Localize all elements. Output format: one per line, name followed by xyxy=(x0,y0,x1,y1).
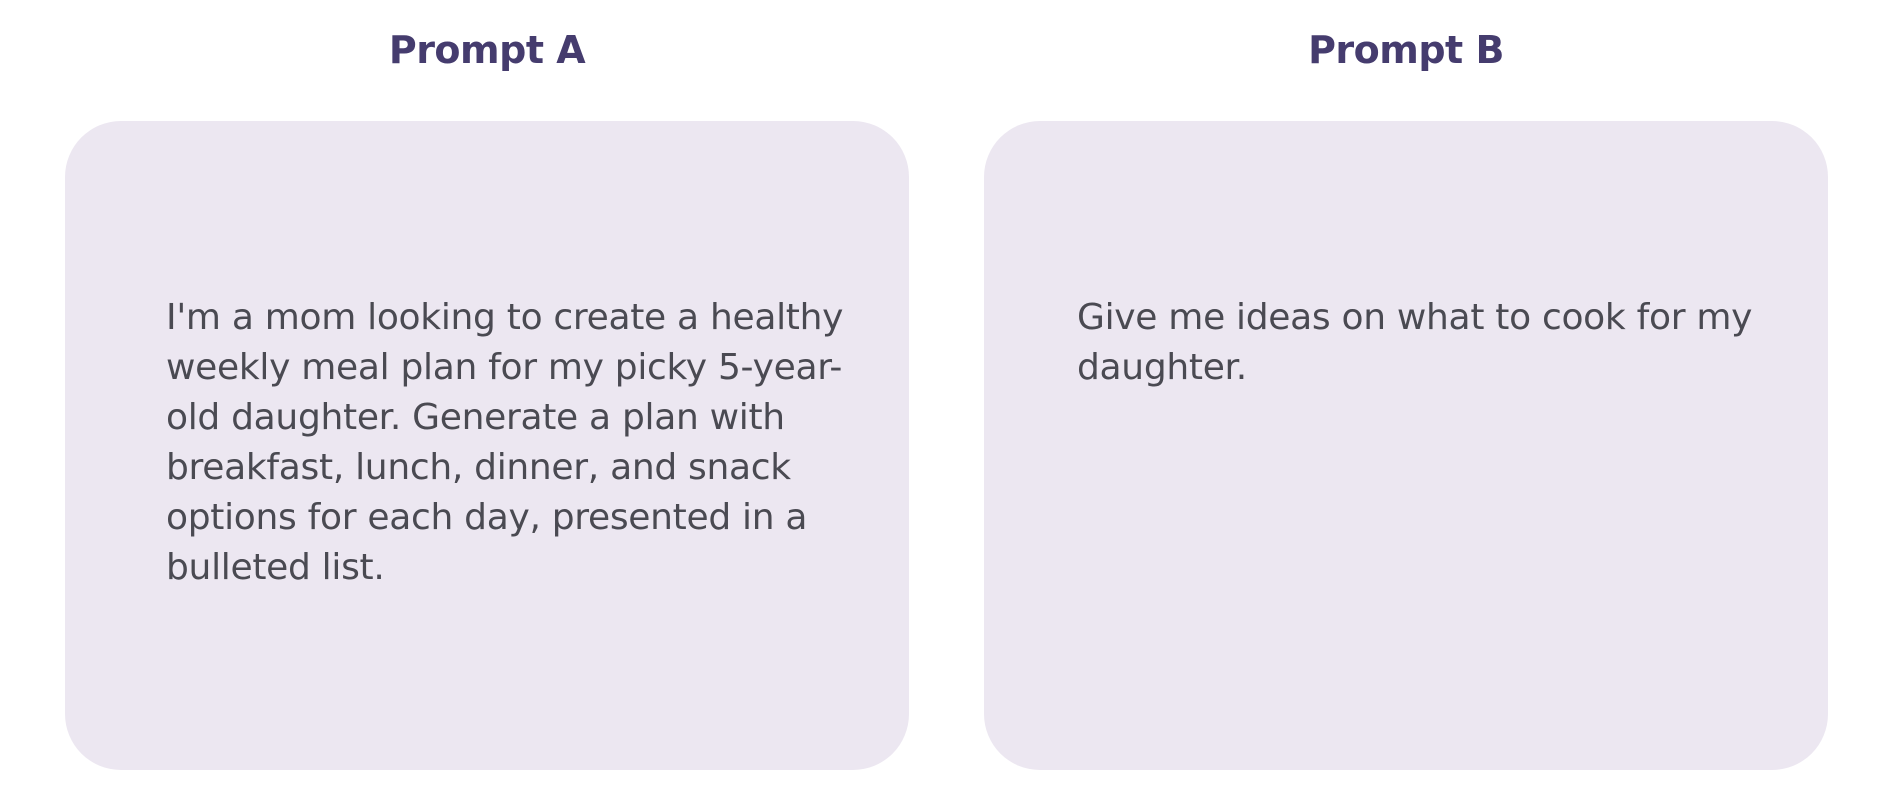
prompt-a-text: I'm a mom looking to create a healthy we… xyxy=(166,297,844,588)
prompt-b-text: Give me ideas on what to cook for my dau… xyxy=(1077,297,1753,388)
prompt-a-card: I'm a mom looking to create a healthy we… xyxy=(65,121,909,770)
prompt-b-title: Prompt B xyxy=(1308,28,1504,72)
prompt-a-title: Prompt A xyxy=(388,28,586,72)
prompt-b-card: Give me ideas on what to cook for my dau… xyxy=(984,121,1828,770)
